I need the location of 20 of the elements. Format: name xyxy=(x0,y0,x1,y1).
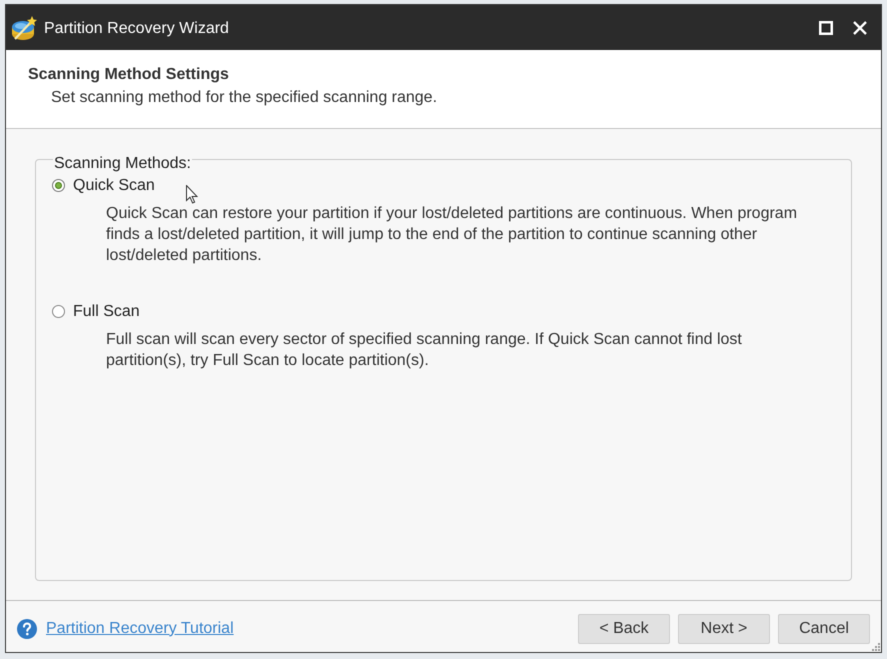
help-icon[interactable] xyxy=(17,618,37,638)
option-description: Full scan will scan every sector of specified scanning range. If Quick Scan cannot find lost partition(s), try Full Scan to locate partition(s). xyxy=(106,330,743,371)
radio-label[interactable]: Full Scan xyxy=(73,302,140,322)
disk-wand-icon xyxy=(11,14,38,40)
page-subtitle: Set scanning method for the specified scanning range. xyxy=(51,88,438,108)
wizard-button[interactable]: Cancel xyxy=(778,614,870,644)
wizard-button[interactable]: Next > xyxy=(678,614,770,644)
wizard-button[interactable]: < Back xyxy=(578,614,670,644)
close-icon xyxy=(853,20,867,34)
maximize-icon xyxy=(819,20,833,34)
mouse-pointer-icon xyxy=(186,185,198,204)
window-title: Partition Recovery Wizard xyxy=(44,18,229,38)
tutorial-link[interactable]: Partition Recovery Tutorial xyxy=(46,618,234,638)
option-description: Quick Scan can restore your partition if your lost/deleted partitions are continuous. When program finds a lost/deleted partition, it will jump to the end of the partition to continue scanning other lost/deleted partitions. xyxy=(106,204,798,266)
resize-grip-icon[interactable] xyxy=(872,643,880,651)
page-title: Scanning Method Settings xyxy=(28,65,229,85)
radio-label[interactable]: Quick Scan xyxy=(73,176,155,196)
group-legend: Scanning Methods: xyxy=(53,145,192,173)
radio-button[interactable] xyxy=(52,179,65,192)
radio-button[interactable] xyxy=(52,305,65,318)
